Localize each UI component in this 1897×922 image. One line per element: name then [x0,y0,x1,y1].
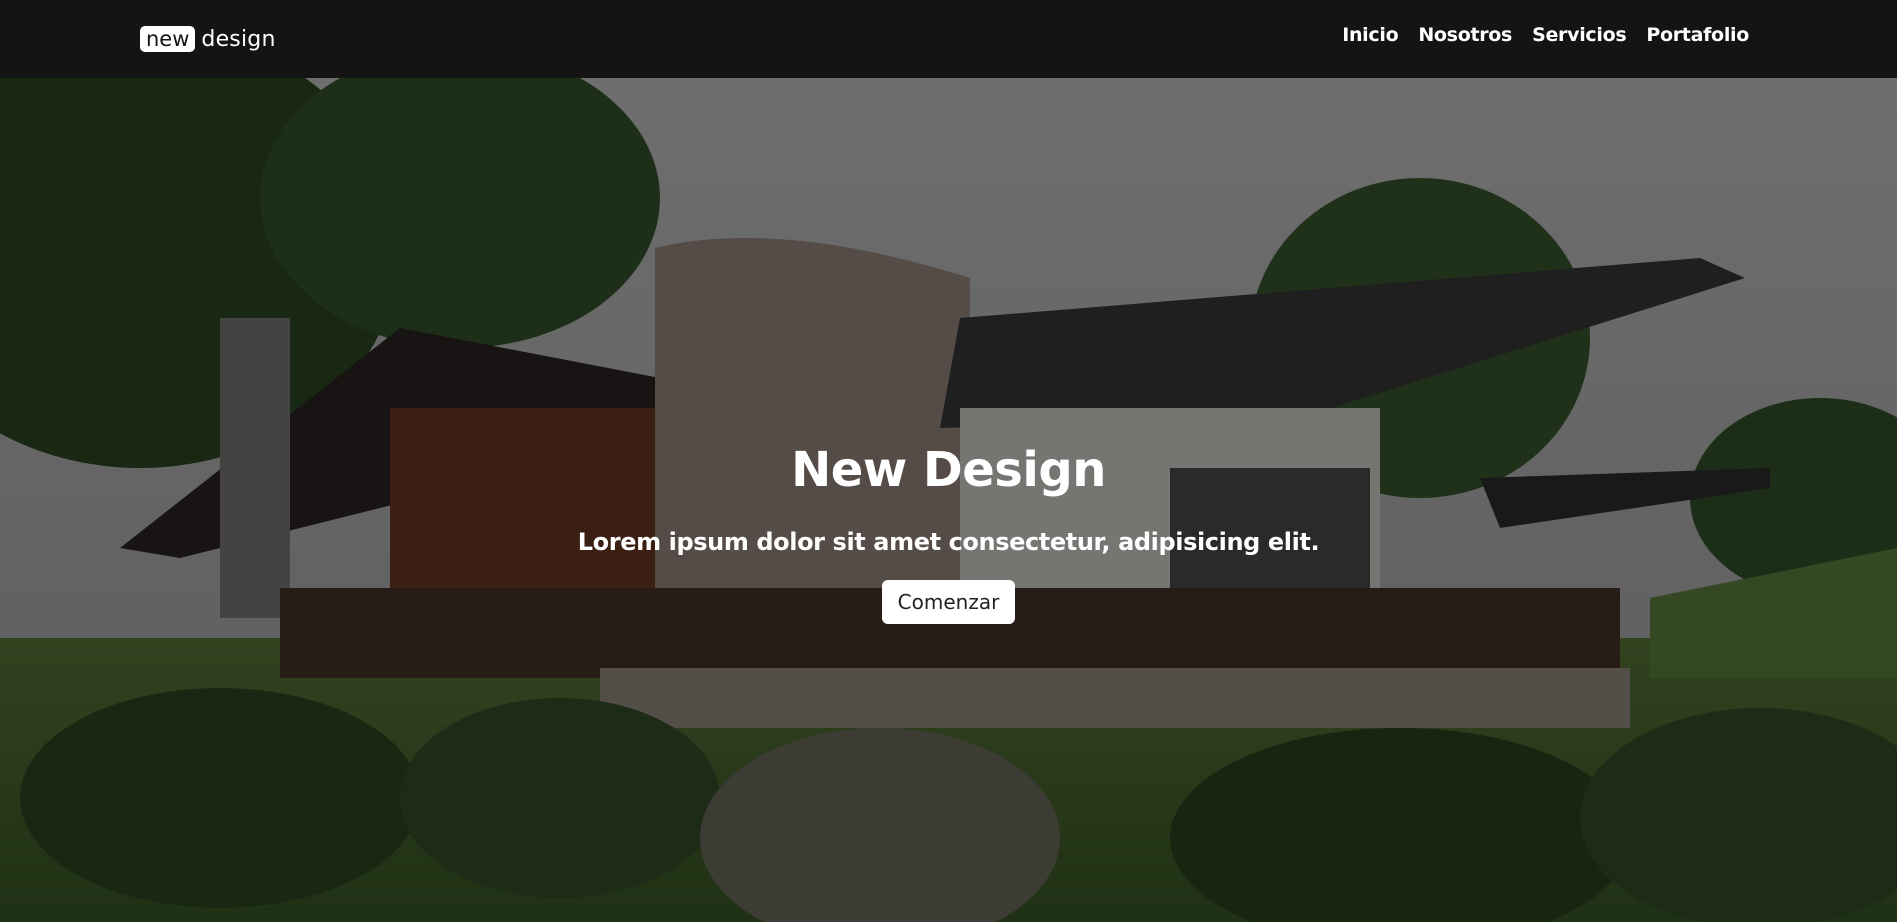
brand-badge: new [140,26,196,52]
nav-link-servicios[interactable]: Servicios [1532,24,1627,46]
nav-link-inicio[interactable]: Inicio [1342,24,1398,46]
hero-content: New Design Lorem ipsum dolor sit amet co… [0,438,1897,624]
brand-logo[interactable]: new design [140,25,276,53]
hero-section: New Design Lorem ipsum dolor sit amet co… [0,78,1897,922]
start-button[interactable]: Comenzar [881,580,1016,624]
nav-link-portafolio[interactable]: Portafolio [1646,24,1749,46]
main-nav: Inicio Nosotros Servicios Portafolio [1342,24,1749,46]
navbar: new design Inicio Nosotros Servicios Por… [0,0,1897,78]
hero-subtitle: Lorem ipsum dolor sit amet consectetur, … [577,528,1320,556]
brand-word: design [201,26,276,52]
nav-link-nosotros[interactable]: Nosotros [1418,24,1512,46]
hero-title: New Design [791,442,1106,498]
